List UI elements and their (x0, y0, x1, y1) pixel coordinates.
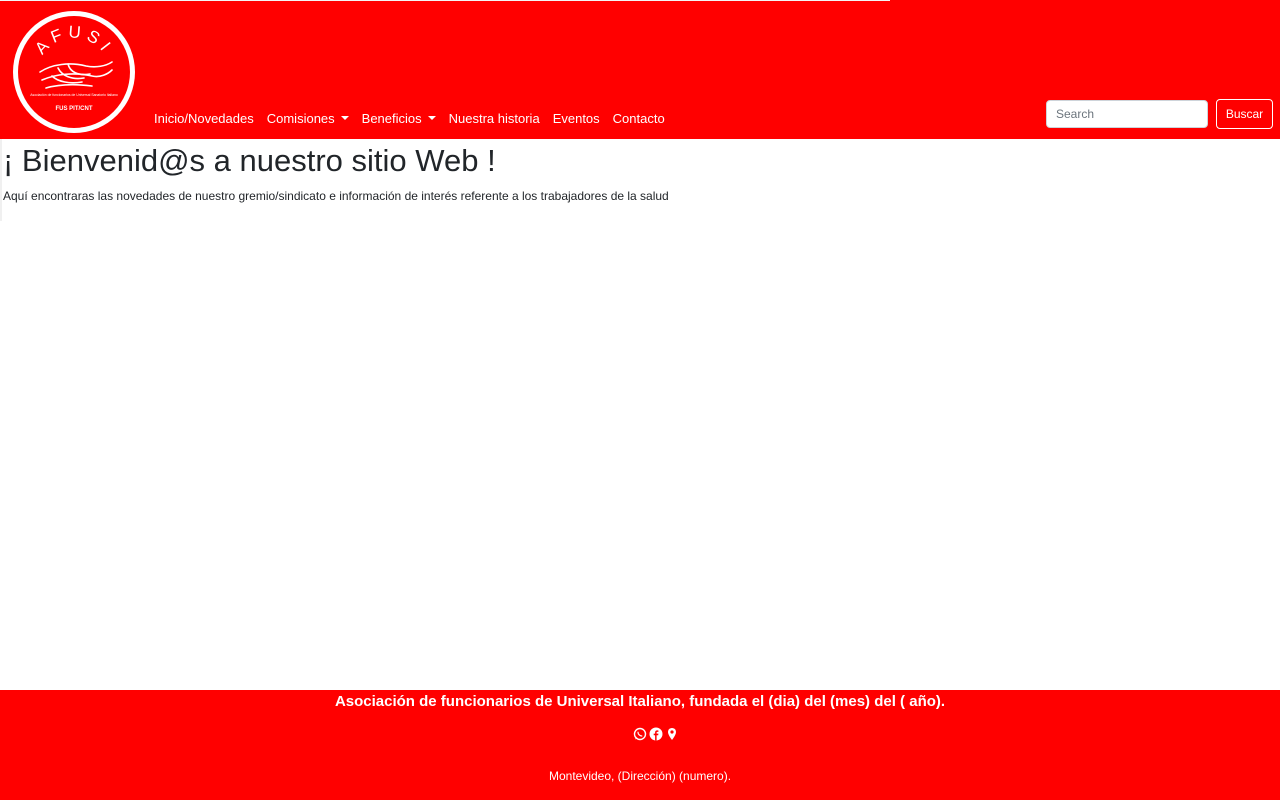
navbar: AFUSI Asociación de funcionarios de Univ… (0, 0, 1280, 139)
nav-item-label: Inicio/Novedades (154, 110, 254, 126)
nav-item-label: Beneficios (361, 110, 422, 126)
intro-text: Aquí encontraras las novedades de nuestr… (3, 189, 669, 203)
nav-item-comisiones[interactable]: Comisiones (267, 111, 349, 126)
search-input[interactable] (1046, 100, 1208, 128)
nav-item-label: Eventos (552, 110, 600, 126)
left-rule (0, 139, 2, 221)
facebook-icon[interactable] (649, 727, 663, 741)
top-strip (0, 0, 890, 1)
nav-item-contacto[interactable]: Contacto (613, 111, 665, 126)
nav-item-beneficios[interactable]: Beneficios (362, 111, 436, 126)
nav-item-label: Comisiones (266, 110, 335, 126)
footer-address: Montevideo, (Dirección) (numero). (548, 769, 732, 783)
nav-item-nuestra-historia[interactable]: Nuestra historia (449, 111, 540, 126)
nav-item-inicio-novedades[interactable]: Inicio/Novedades (154, 111, 254, 126)
caret-down-icon (340, 116, 349, 120)
nav-item-label: Nuestra historia (448, 110, 540, 126)
footer-title: Asociación de funcionarios de Universal … (334, 693, 946, 710)
caret-down-icon (427, 116, 436, 120)
logo-caption: Asociación de funcionarios de Universal … (30, 93, 118, 97)
footer-social-icons (633, 727, 679, 741)
location-pin-icon[interactable] (665, 727, 679, 741)
logo-footer: FUS PIT/CNT (56, 106, 93, 112)
footer: Asociación de funcionarios de Universal … (0, 690, 1280, 800)
page-title: ¡ Bienvenid@s a nuestro sitio Web ! (3, 143, 496, 178)
nav-item-eventos[interactable]: Eventos (553, 111, 600, 126)
nav-item-label: Contacto (612, 110, 665, 126)
afusi-logo[interactable]: AFUSI Asociación de funcionarios de Univ… (12, 10, 136, 134)
search-button[interactable]: Buscar (1216, 99, 1273, 129)
nav-links: Inicio/Novedades Comisiones Beneficios N… (154, 108, 678, 128)
whatsapp-icon[interactable] (633, 727, 647, 741)
